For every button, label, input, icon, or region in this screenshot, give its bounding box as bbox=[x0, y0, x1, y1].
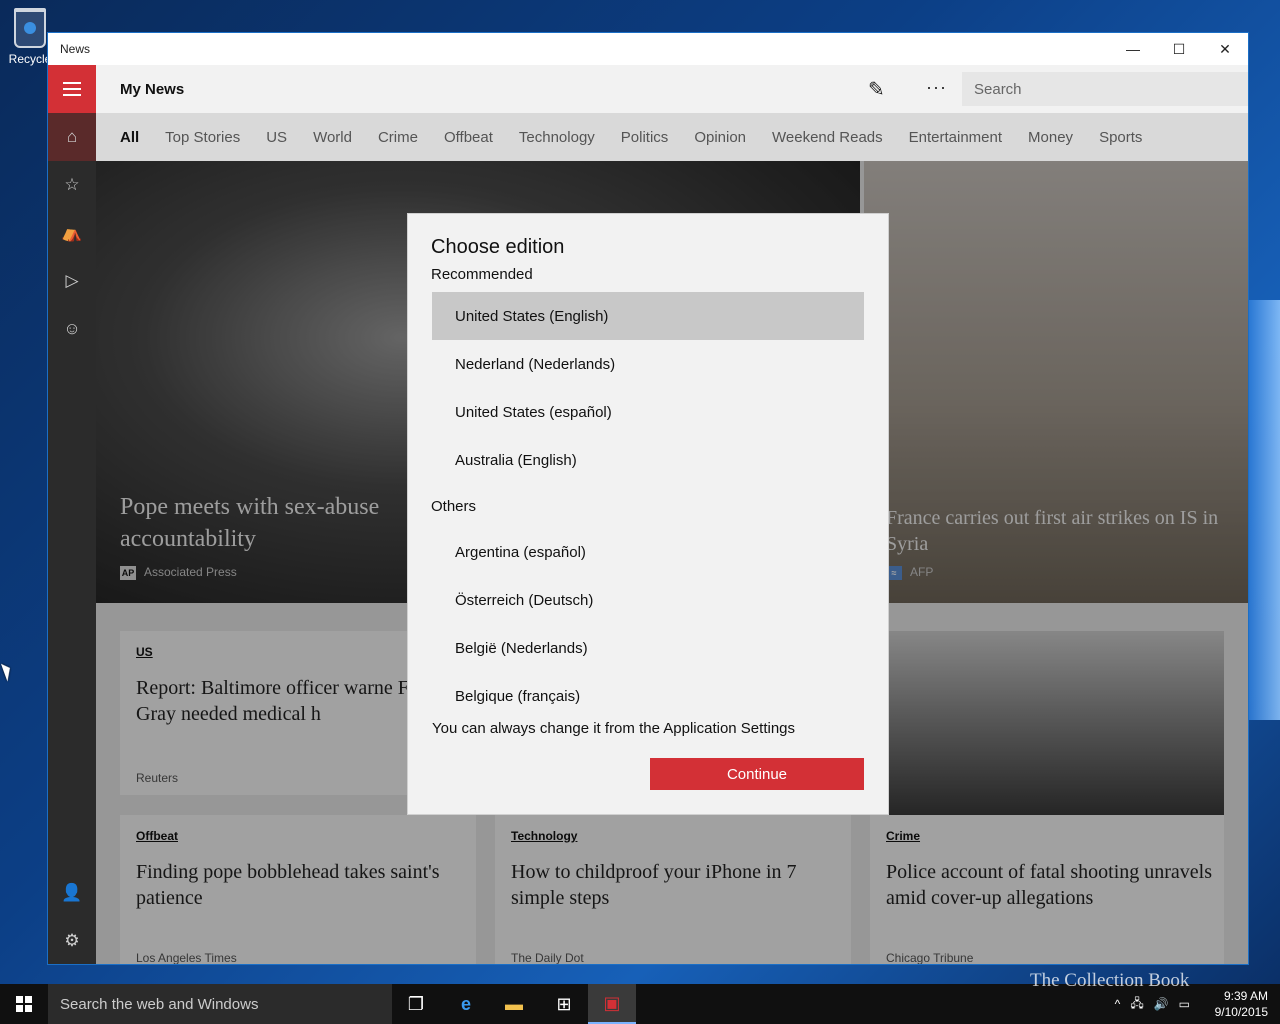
tab-all[interactable]: All bbox=[120, 129, 139, 146]
task-view-icon[interactable]: ❐ bbox=[392, 984, 440, 1024]
maximize-button[interactable]: ☐ bbox=[1156, 33, 1202, 65]
tab-entertainment[interactable]: Entertainment bbox=[909, 129, 1002, 146]
settings-note: You can always change it from the Applic… bbox=[432, 720, 796, 737]
title-bar: News — ☐ ✕ bbox=[48, 33, 1248, 65]
recommended-label: Recommended bbox=[431, 266, 533, 283]
account-icon[interactable]: 👤 bbox=[48, 869, 96, 917]
watermark: The Collection Book bbox=[1030, 970, 1190, 991]
nav-rail: ⌂ ☆ ⛺ ▷ ☺ 👤 ⚙ bbox=[48, 65, 96, 964]
rail-bottom: 👤 ⚙ bbox=[48, 869, 96, 964]
hamburger-menu-icon[interactable] bbox=[48, 65, 96, 113]
tab-world[interactable]: World bbox=[313, 129, 352, 146]
edit-pencil-icon[interactable]: ✎ bbox=[868, 77, 885, 102]
edge-browser-icon[interactable]: e bbox=[442, 984, 490, 1024]
search-placeholder: Search bbox=[974, 80, 1022, 98]
tab-offbeat[interactable]: Offbeat bbox=[444, 129, 493, 146]
system-clock[interactable]: 9:39 AM 9/10/2015 bbox=[1215, 988, 1268, 1020]
mouse-cursor bbox=[0, 661, 15, 682]
tray-chevron-icon[interactable]: ^ bbox=[1115, 997, 1121, 1011]
start-button[interactable] bbox=[0, 984, 48, 1024]
others-label: Others bbox=[431, 498, 477, 515]
news-app-icon[interactable]: ▣ bbox=[588, 984, 636, 1024]
recycle-bin-graphic bbox=[14, 8, 46, 48]
tab-weekend-reads[interactable]: Weekend Reads bbox=[772, 129, 883, 146]
window-controls: — ☐ ✕ bbox=[1110, 33, 1248, 65]
local-icon[interactable]: ⛺ bbox=[48, 209, 96, 257]
tab-politics[interactable]: Politics bbox=[621, 129, 669, 146]
home-icon[interactable]: ⌂ bbox=[48, 113, 96, 161]
edition-option[interactable]: United States (English) bbox=[432, 292, 864, 340]
dialog-title: Choose edition bbox=[431, 236, 565, 258]
category-tabs: All Top Stories US World Crime Offbeat T… bbox=[96, 113, 1248, 161]
edition-option[interactable]: Australia (English) bbox=[432, 436, 864, 484]
tab-crime[interactable]: Crime bbox=[378, 129, 418, 146]
windows-logo-icon bbox=[16, 996, 32, 1012]
app-top-bar: My News ✎ ··· Search ⌕ bbox=[96, 65, 1248, 113]
edition-option[interactable]: België (Nederlands) bbox=[432, 624, 864, 672]
tab-technology[interactable]: Technology bbox=[519, 129, 595, 146]
store-icon[interactable]: ⊞ bbox=[540, 984, 588, 1024]
wallpaper-logo bbox=[1248, 300, 1280, 720]
choose-edition-dialog: Choose edition Recommended United States… bbox=[408, 214, 888, 814]
minimize-button[interactable]: — bbox=[1110, 33, 1156, 65]
tab-us[interactable]: US bbox=[266, 129, 287, 146]
edition-option[interactable]: Belgique (français) bbox=[432, 672, 864, 720]
clock-time: 9:39 AM bbox=[1223, 989, 1268, 1003]
more-options-icon[interactable]: ··· bbox=[926, 77, 947, 98]
edition-option[interactable]: Argentina (español) bbox=[432, 528, 864, 576]
network-icon[interactable]: 🖧 bbox=[1130, 994, 1143, 1015]
window-title: News bbox=[60, 42, 91, 56]
volume-icon[interactable]: 🔊 bbox=[1154, 997, 1169, 1011]
search-input[interactable]: Search ⌕ bbox=[962, 72, 1248, 106]
edition-option[interactable]: Nederland (Nederlands) bbox=[432, 340, 864, 388]
edition-option[interactable]: United States (español) bbox=[432, 388, 864, 436]
page-title: My News bbox=[120, 80, 185, 98]
tab-opinion[interactable]: Opinion bbox=[694, 129, 746, 146]
settings-gear-icon[interactable]: ⚙ bbox=[48, 917, 96, 964]
interests-icon[interactable]: ☆ bbox=[48, 161, 96, 209]
video-icon[interactable]: ▷ bbox=[48, 257, 96, 305]
tab-money[interactable]: Money bbox=[1028, 129, 1073, 146]
taskbar-search-input[interactable]: Search the web and Windows bbox=[48, 984, 392, 1024]
tab-sports[interactable]: Sports bbox=[1099, 129, 1142, 146]
file-explorer-icon[interactable]: ▬ bbox=[490, 984, 538, 1024]
continue-button[interactable]: Continue bbox=[650, 758, 864, 790]
close-button[interactable]: ✕ bbox=[1202, 33, 1248, 65]
action-center-icon[interactable]: ▭ bbox=[1179, 997, 1190, 1011]
tab-top-stories[interactable]: Top Stories bbox=[165, 129, 240, 146]
feedback-smiley-icon[interactable]: ☺ bbox=[48, 305, 96, 353]
clock-date: 9/10/2015 bbox=[1214, 1005, 1268, 1019]
edition-option[interactable]: Österreich (Deutsch) bbox=[432, 576, 864, 624]
recycle-bin-label: Recycle bbox=[8, 52, 52, 66]
